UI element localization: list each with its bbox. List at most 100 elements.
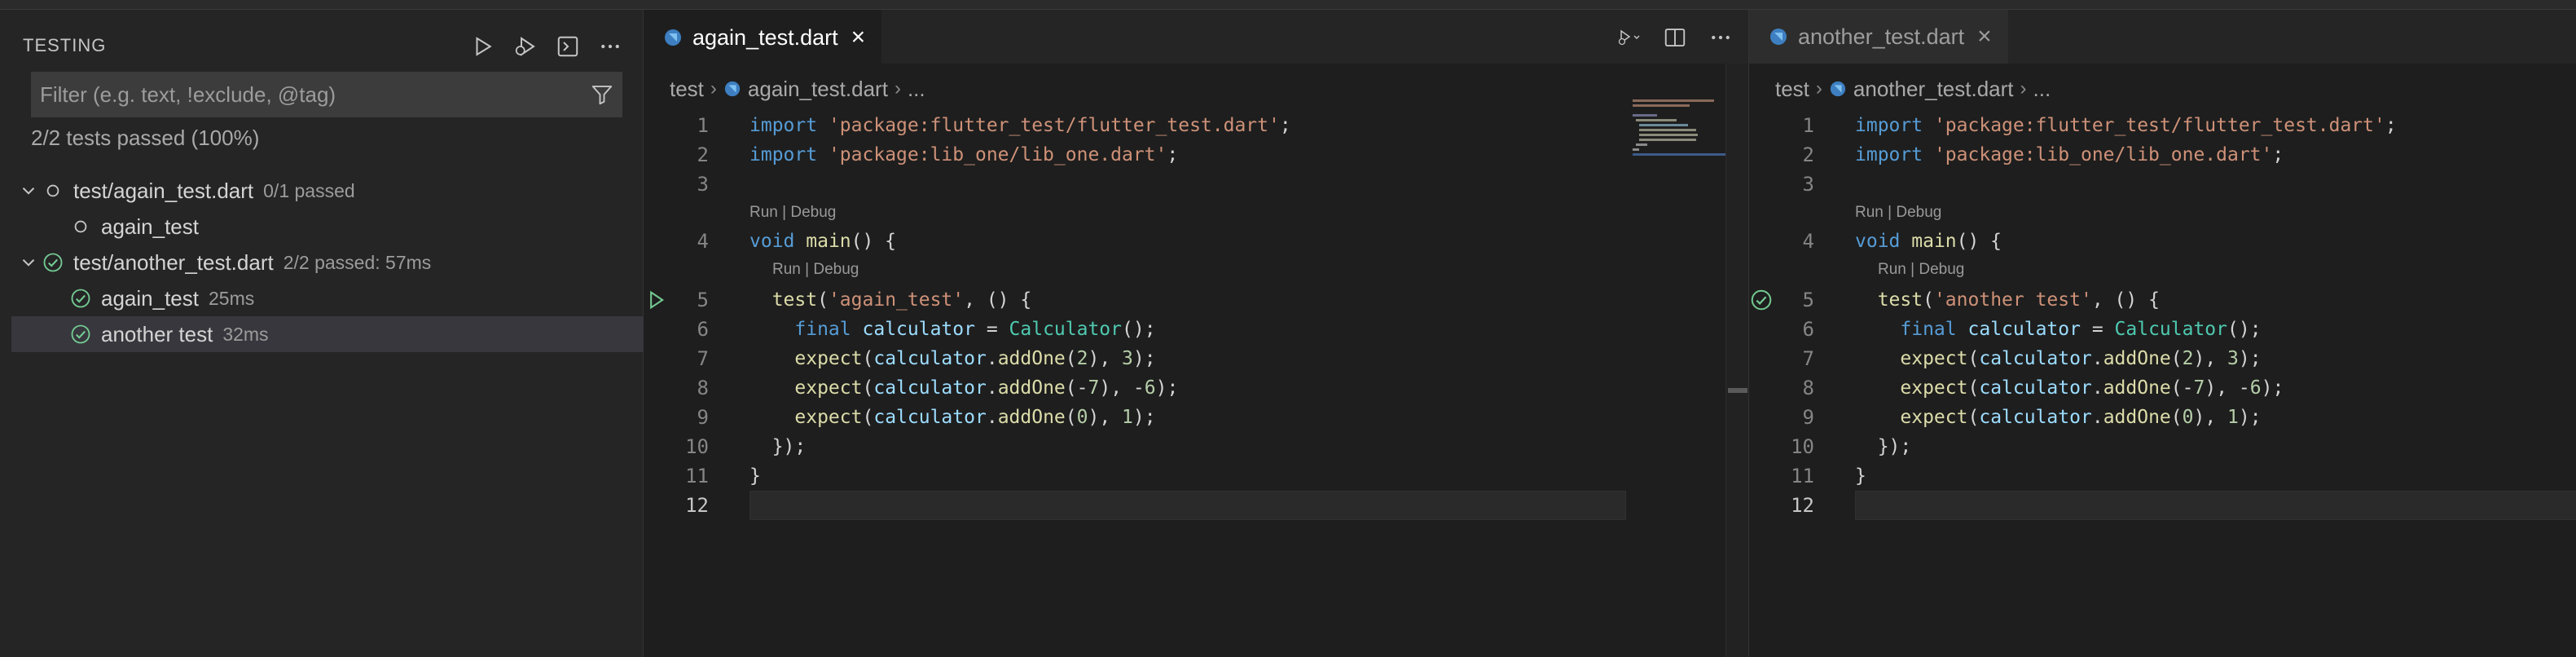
tree-item-meta: 25ms (208, 287, 255, 309)
tree-item-meta: 32ms (222, 323, 269, 345)
line-number: 9 (697, 406, 709, 429)
code-line[interactable]: 3 (644, 170, 1748, 199)
filter-icon[interactable] (582, 75, 622, 114)
code-text: void main() { (750, 231, 897, 252)
line-number: 11 (685, 465, 709, 487)
sidebar-title: TESTING (23, 35, 107, 55)
dart-file-icon (1830, 81, 1846, 97)
tree-item-again-test-file[interactable]: test/again_test.dart 0/1 passed (11, 173, 644, 209)
chevron-down-icon[interactable] (16, 250, 41, 275)
tree-item-again-test-passed[interactable]: again_test 25ms (11, 280, 644, 316)
code-lens-run-debug[interactable]: Run | Debug (1878, 258, 1964, 282)
breadcrumb-folder[interactable]: test (670, 77, 704, 102)
code-line[interactable]: 8 expect(calculator.addOne(-7), -6); (1749, 373, 2576, 403)
run-test-gutter-icon[interactable] (644, 288, 668, 312)
breadcrumb-folder[interactable]: test (1775, 77, 1809, 102)
tree-item-meta: 2/2 passed: 57ms (283, 251, 432, 273)
line-number: 4 (697, 230, 709, 253)
show-output-icon[interactable] (552, 31, 583, 62)
line-number: 1 (1802, 114, 1814, 137)
code-line[interactable]: 12 (644, 491, 1748, 520)
test-passed-gutter-icon[interactable] (1749, 288, 1774, 312)
breadcrumb-file[interactable]: another_test.dart (1853, 77, 2014, 102)
code-text: expect(calculator.addOne(-7), -6); (794, 377, 1179, 399)
line-number: 10 (685, 435, 709, 458)
chevron-right-icon: › (1815, 77, 1822, 99)
code-text: expect(calculator.addOne(2), 3); (1900, 348, 2262, 369)
code-text: import 'package:lib_one/lib_one.dart'; (1855, 144, 2284, 165)
code-text: import 'package:flutter_test/flutter_tes… (1855, 115, 2397, 136)
code-text: } (750, 465, 761, 487)
code-line[interactable]: 6 final calculator = Calculator(); (1749, 315, 2576, 344)
line-number: 12 (685, 494, 709, 517)
scrollbar-thumb[interactable] (1728, 388, 1747, 393)
line-number: 10 (1791, 435, 1814, 458)
breadcrumb-file[interactable]: again_test.dart (748, 77, 888, 102)
dart-file-icon (1770, 29, 1787, 45)
code-line[interactable]: 6 final calculator = Calculator(); (644, 315, 1748, 344)
line-number: 11 (1791, 465, 1814, 487)
code-line[interactable]: 10 }); (1749, 432, 2576, 461)
code-text: import 'package:lib_one/lib_one.dart'; (750, 144, 1179, 165)
code-line[interactable]: 11} (1749, 461, 2576, 491)
code-line[interactable]: 5 test('again_test', () { (644, 285, 1748, 315)
line-number: 1 (697, 114, 709, 137)
code-line[interactable]: 10 }); (644, 432, 1748, 461)
breadcrumb-symbol[interactable]: ... (908, 77, 925, 102)
breadcrumb: test › again_test.dart › ... (670, 75, 925, 103)
test-tree: test/again_test.dart 0/1 passed again_te… (11, 173, 644, 352)
chevron-right-icon: › (894, 77, 901, 99)
tree-item-again-test[interactable]: again_test (11, 209, 644, 245)
code-lens-run-debug[interactable]: Run | Debug (1855, 201, 1941, 225)
code-line[interactable]: 4 void main() { (1749, 227, 2576, 256)
code-lens-run-debug[interactable]: Run | Debug (750, 201, 836, 225)
code-line[interactable]: 2 import 'package:lib_one/lib_one.dart'; (644, 140, 1748, 170)
code-text: void main() { (1855, 231, 2002, 252)
run-debug-dropdown-icon[interactable] (1613, 21, 1646, 54)
split-editor-icon[interactable] (1659, 21, 1691, 54)
code-line[interactable]: 1 import 'package:flutter_test/flutter_te… (1749, 111, 2576, 140)
code-line[interactable]: 1 import 'package:flutter_test/flutter_te… (644, 111, 1748, 140)
sidebar-header: TESTING (23, 26, 626, 65)
passed-check-icon (68, 286, 93, 311)
code-text: expect(calculator.addOne(-7), -6); (1900, 377, 2284, 399)
chevron-down-icon[interactable] (16, 179, 41, 203)
tree-item-another-test[interactable]: another test 32ms (11, 316, 644, 352)
run-tests-icon[interactable] (468, 31, 499, 62)
breadcrumb-symbol[interactable]: ... (2033, 77, 2051, 102)
close-tab-icon[interactable]: × (1977, 24, 1992, 49)
minimap[interactable] (1633, 98, 1727, 171)
more-actions-icon[interactable] (595, 31, 626, 62)
code-line[interactable]: 9 expect(calculator.addOne(0), 1); (1749, 403, 2576, 432)
vertical-scrollbar[interactable] (1725, 64, 1748, 657)
code-lens-run-debug[interactable]: Run | Debug (772, 258, 859, 282)
code-line[interactable]: 3 (1749, 170, 2576, 199)
editor-tab-bar: again_test.dart × (644, 10, 1748, 64)
code-text: }); (1855, 436, 1912, 457)
more-actions-icon[interactable] (1704, 21, 1737, 54)
line-number: 8 (697, 377, 709, 399)
tab-again-test-dart[interactable]: again_test.dart × (644, 10, 882, 64)
code-line[interactable]: 7 expect(calculator.addOne(2), 3); (1749, 344, 2576, 373)
debug-tests-icon[interactable] (510, 31, 541, 62)
tab-another-test-dart[interactable]: another_test.dart × (1749, 10, 2008, 64)
code-line[interactable]: 7 expect(calculator.addOne(2), 3); (644, 344, 1748, 373)
code-text: expect(calculator.addOne(0), 1); (794, 407, 1156, 428)
code-line[interactable]: 2 import 'package:lib_one/lib_one.dart'; (1749, 140, 2576, 170)
code-line[interactable]: 9 expect(calculator.addOne(0), 1); (644, 403, 1748, 432)
test-filter-input[interactable] (32, 73, 582, 117)
test-filter-box (31, 72, 622, 117)
tree-item-label: another test (101, 321, 213, 346)
chevron-right-icon: › (2020, 77, 2027, 99)
close-tab-icon[interactable]: × (851, 25, 866, 50)
line-number: 6 (697, 318, 709, 341)
code-line[interactable]: 8 expect(calculator.addOne(-7), -6); (644, 373, 1748, 403)
code-line[interactable]: 4 void main() { (644, 227, 1748, 256)
line-number: 3 (1802, 173, 1814, 196)
code-line[interactable]: 11} (644, 461, 1748, 491)
tree-item-label: test/again_test.dart (73, 178, 254, 203)
code-line[interactable]: 5 test('another test', () { (1749, 285, 2576, 315)
code-line[interactable]: 12 (1749, 491, 2576, 520)
tree-item-another-test-file[interactable]: test/another_test.dart 2/2 passed: 57ms (11, 245, 644, 280)
code-text: } (1855, 465, 1866, 487)
